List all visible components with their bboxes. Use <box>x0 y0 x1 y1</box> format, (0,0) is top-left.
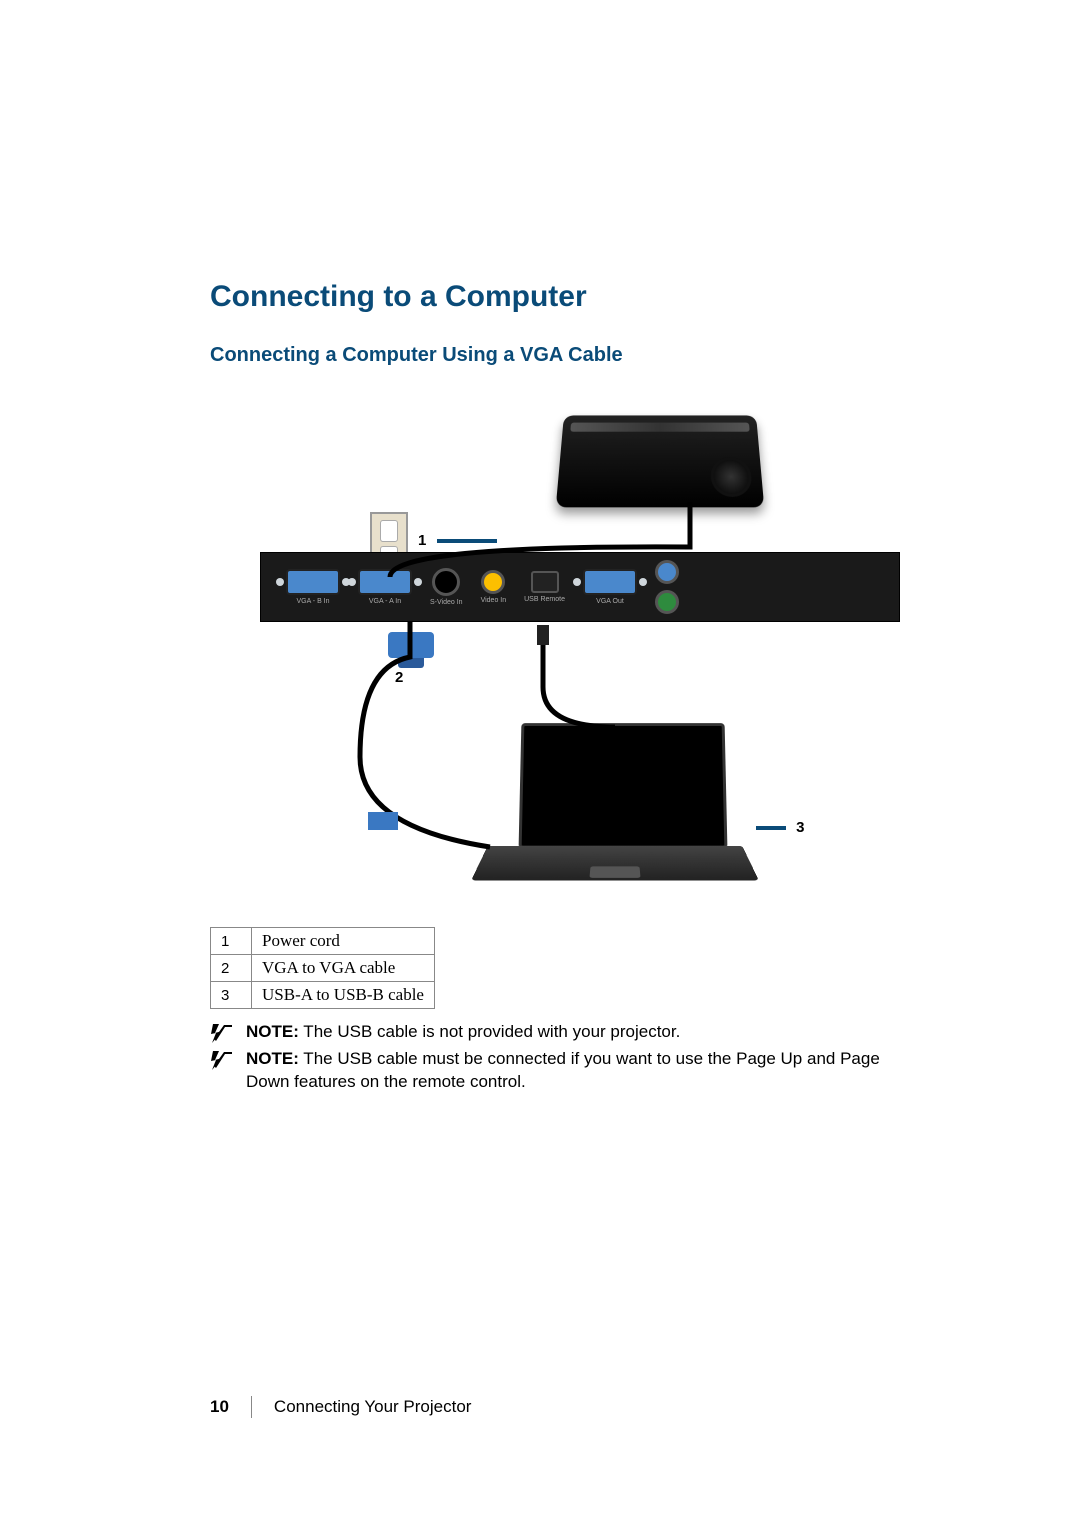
footer-divider <box>251 1396 252 1418</box>
port-vga-b-in: VGA - B In <box>286 569 340 605</box>
vga-port-icon <box>286 569 340 595</box>
callout-number: 2 <box>395 669 403 686</box>
port-label: VGA - B In <box>296 598 329 605</box>
callout-leader <box>756 826 786 830</box>
table-row: 3 USB-A to USB-B cable <box>211 982 435 1009</box>
table-row: 2 VGA to VGA cable <box>211 955 435 982</box>
port-svideo: S-Video In <box>430 568 463 606</box>
document-page: Connecting to a Computer Connecting a Co… <box>0 0 1080 1528</box>
rca-port-icon <box>481 570 505 594</box>
legend-number: 3 <box>211 982 252 1009</box>
projector-illustration <box>556 415 765 507</box>
port-video: Video In <box>481 570 507 604</box>
note-icon <box>210 1021 234 1043</box>
note-text: NOTE: The USB cable must be connected if… <box>246 1048 890 1094</box>
port-label: USB Remote <box>524 596 565 603</box>
port-label: VGA - A In <box>369 598 401 605</box>
callout-1: 1 <box>418 532 503 549</box>
port-label: VGA Out <box>596 598 624 605</box>
callout-3: 3 <box>750 819 805 836</box>
callout-number: 1 <box>418 532 426 549</box>
port-vga-out: VGA Out <box>583 569 637 605</box>
note-icon <box>210 1048 234 1070</box>
subsection-heading: Connecting a Computer Using a VGA Cable <box>210 344 950 367</box>
legend-label: VGA to VGA cable <box>252 955 435 982</box>
note-body: The USB cable must be connected if you w… <box>246 1049 880 1091</box>
projector-lens <box>710 457 753 497</box>
laptop-screen <box>519 723 728 849</box>
note-1: NOTE: The USB cable is not provided with… <box>210 1021 890 1044</box>
page-footer: 10 Connecting Your Projector <box>210 1396 471 1418</box>
legend-label: USB-A to USB-B cable <box>252 982 435 1009</box>
projector-back-panel: VGA - B In VGA - A In S-Video In Video I… <box>260 552 900 622</box>
port-label: S-Video In <box>430 599 463 606</box>
vga-port-icon <box>583 569 637 595</box>
port-usb: USB Remote <box>524 571 565 603</box>
callout-leader <box>437 539 497 543</box>
connection-diagram: VGA - B In VGA - A In S-Video In Video I… <box>260 407 900 887</box>
vga-port-icon <box>358 569 412 595</box>
usb-port-icon <box>531 571 559 593</box>
audio-in-port-icon <box>655 590 679 614</box>
callout-number: 3 <box>796 819 804 836</box>
note-2: NOTE: The USB cable must be connected if… <box>210 1048 890 1094</box>
audio-ports <box>655 560 679 614</box>
port-label: Video In <box>481 597 507 604</box>
laptop-trackpad <box>589 866 640 877</box>
note-body: The USB cable is not provided with your … <box>299 1022 680 1041</box>
note-text: NOTE: The USB cable is not provided with… <box>246 1021 680 1044</box>
port-vga-a-in: VGA - A In <box>358 569 412 605</box>
legend-number: 1 <box>211 928 252 955</box>
footer-section-title: Connecting Your Projector <box>274 1397 472 1417</box>
legend-label: Power cord <box>252 928 435 955</box>
table-row: 1 Power cord <box>211 928 435 955</box>
audio-out-port-icon <box>655 560 679 584</box>
callout-2: 2 <box>395 669 403 686</box>
legend-table: 1 Power cord 2 VGA to VGA cable 3 USB-A … <box>210 927 435 1009</box>
page-number: 10 <box>210 1397 229 1417</box>
laptop-illustration <box>480 722 750 892</box>
note-prefix: NOTE: <box>246 1022 299 1041</box>
note-prefix: NOTE: <box>246 1049 299 1068</box>
vga-connector-illustration <box>388 632 434 658</box>
legend-number: 2 <box>211 955 252 982</box>
svideo-port-icon <box>432 568 460 596</box>
section-heading: Connecting to a Computer <box>210 280 950 314</box>
